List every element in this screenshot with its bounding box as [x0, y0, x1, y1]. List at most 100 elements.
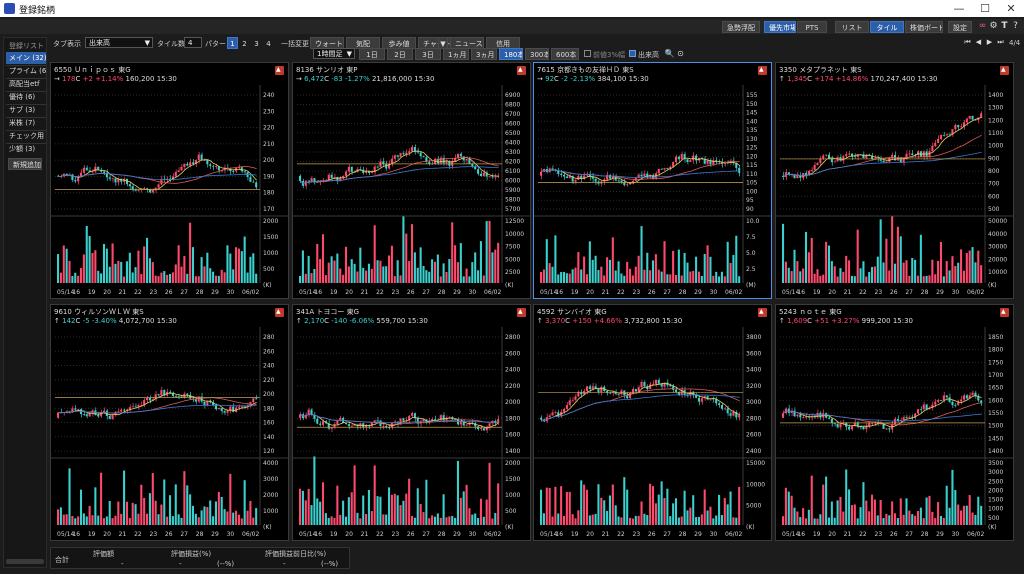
candle-body	[822, 155, 825, 159]
date-tick-label: 29	[211, 531, 219, 538]
alert-icon[interactable]	[517, 308, 526, 317]
alert-icon[interactable]	[758, 66, 767, 75]
alert-icon[interactable]	[758, 308, 767, 317]
candle-body	[606, 174, 609, 180]
market-badge: 東S	[622, 66, 634, 74]
candlestick-chart[interactable]: 240 230 220 210 200 190 180 170 2000 1500 1000 500 (…	[51, 85, 288, 297]
volume-bar	[540, 489, 543, 525]
chart-tile[interactable]: 9610 ウィルソンＷＬＷ 東S↑ 142C -5 -3.40% 4,072,7…	[50, 304, 289, 541]
sidebar-item-high-dividend-etf[interactable]: 高配当etf	[6, 78, 46, 90]
price-tick-label: 180	[263, 190, 275, 197]
sidebar-item-sub[interactable]: サブ (3)	[6, 104, 46, 116]
volume-bar	[597, 269, 600, 283]
close-flag: C	[807, 317, 813, 325]
next-page-icon[interactable]: ▶	[984, 37, 995, 48]
priority-market-button[interactable]: 優先市場	[764, 21, 796, 33]
candlestick-chart[interactable]: 6900 6800 6700 6600 6500 6400 6300 6200 6100 6000…	[293, 85, 530, 297]
minimize-button[interactable]: —	[946, 1, 972, 16]
close-button[interactable]: ✕	[998, 1, 1024, 16]
tile-view-button[interactable]: タイル	[870, 21, 904, 33]
alert-icon[interactable]	[275, 308, 284, 317]
range-1m-button[interactable]: 1ヵ月	[443, 48, 469, 60]
hot-stocks-button[interactable]: 急勢浮配	[722, 21, 760, 33]
pts-button[interactable]: PTS	[797, 21, 827, 33]
list-view-button[interactable]: リスト	[835, 21, 869, 33]
candlestick-chart[interactable]: 1400 1300 1200 1100 1000 900 800 700 600 500 50000…	[776, 85, 1013, 297]
chart-tile[interactable]: 8136 サンリオ 東P→ 6,472C -83 -1.27% 21,816,0…	[292, 62, 531, 299]
date-tick-label: 27	[905, 289, 913, 296]
candlestick-chart[interactable]: 3800 3600 3400 3200 3000 2800 2600 2400 15000 100…	[534, 327, 771, 539]
price-board-button[interactable]: 株価ボード	[905, 21, 943, 33]
tab-display-select[interactable]: 出来高 ▼	[85, 37, 153, 48]
volume-bar	[431, 515, 434, 525]
range-1d-button[interactable]: 1日	[359, 48, 385, 60]
chart-tile[interactable]: 7615 京都きもの友禅ＨＤ 東S→ 92C -2 -2.13% 384,100…	[533, 62, 772, 299]
volume-bar	[968, 495, 971, 525]
volume-tick-label: (K)	[746, 524, 755, 531]
link-icon[interactable]: ∞	[977, 21, 988, 32]
candle-body	[160, 390, 163, 396]
range-300-bars-button[interactable]: 300本	[525, 48, 549, 60]
sidebar-item-prime[interactable]: プライム (6)	[6, 65, 46, 77]
sidebar-item-us-stocks[interactable]: 米株 (7)	[6, 117, 46, 129]
gear-icon[interactable]: ⚙	[988, 21, 999, 32]
volume-tick-label: 10000	[988, 269, 1007, 276]
candle-body	[674, 389, 678, 392]
reset-icon[interactable]: ⊙	[675, 48, 686, 59]
volume-checkbox[interactable]	[629, 50, 636, 57]
candlestick-chart[interactable]: 2800 2600 2400 2200 2000 1800 1600 1400 2000 1500…	[293, 327, 530, 539]
candlestick-chart[interactable]: 1850 1800 1750 1700 1650 1600 1550 1500 1450 1400…	[776, 327, 1013, 539]
sidebar-item-check[interactable]: チェック用 (	[6, 130, 46, 142]
alert-icon[interactable]	[517, 66, 526, 75]
pattern-3-button[interactable]: 3	[251, 37, 262, 49]
volume-bar	[934, 274, 937, 283]
volume-bar	[962, 505, 965, 525]
alert-icon[interactable]	[275, 66, 284, 75]
add-list-button[interactable]: 新規追加	[8, 158, 42, 170]
chart-tile[interactable]: 341A トヨコー 東G↑ 2,170C -140 -6.06% 559,700…	[292, 304, 531, 541]
price-change: +51	[814, 317, 830, 325]
volume-bar	[77, 516, 80, 525]
sidebar-item-main[interactable]: メイン (32)	[6, 52, 46, 64]
interval-select[interactable]: 1時間足 ▼	[313, 48, 355, 59]
sidebar-item-small[interactable]: 少額 (3)	[6, 143, 46, 155]
sidebar-scrollbar[interactable]	[6, 559, 44, 564]
chart-tile[interactable]: 6550 Ｕｎｉｐｏｓ 東G→ 178C +2 +1.14% 160,200 1…	[50, 62, 289, 299]
last-page-icon[interactable]: ⏭	[995, 37, 1006, 48]
alert-icon[interactable]	[1000, 308, 1009, 317]
help-icon[interactable]: ?	[1010, 21, 1021, 32]
volume-bar	[606, 257, 609, 283]
date-tick-label: 06/02	[725, 289, 742, 296]
settings-button[interactable]: 設定	[948, 21, 972, 33]
prev-page-icon[interactable]: ◀	[973, 37, 984, 48]
range-3d-button[interactable]: 3日	[415, 48, 441, 60]
zoom-icon[interactable]: 🔍	[664, 48, 675, 59]
candle-body	[85, 414, 88, 417]
volume-bar	[822, 274, 825, 283]
date-tick-label: 29	[936, 289, 944, 296]
volume-bar	[451, 222, 454, 283]
prev-3pct-checkbox[interactable]	[584, 50, 591, 57]
pattern-4-button[interactable]: 4	[263, 37, 274, 49]
volume-bar	[839, 268, 842, 283]
pattern-1-button[interactable]: 1	[227, 37, 238, 49]
chart-tile[interactable]: 3350 メタプラネット 東S↑ 1,345C +174 +14.86% 170…	[775, 62, 1014, 299]
range-2d-button[interactable]: 2日	[387, 48, 413, 60]
price-tick-label: 210	[263, 141, 275, 148]
range-600-bars-button[interactable]: 600本	[551, 48, 579, 60]
candle-body	[413, 147, 416, 151]
chart-tile[interactable]: 4592 サンバイオ 東G↑ 3,370C +150 +4.66% 3,732,…	[533, 304, 772, 541]
volume-bar	[255, 508, 258, 525]
pattern-2-button[interactable]: 2	[239, 37, 250, 49]
sidebar-item-yutai[interactable]: 優待 (6)	[6, 91, 46, 103]
tile-count-stepper[interactable]: 4	[184, 37, 202, 48]
first-page-icon[interactable]: ⏮	[962, 37, 973, 48]
maximize-button[interactable]: ☐	[972, 1, 998, 16]
candlestick-chart[interactable]: 280 260 240 220 200 180 160 140 120 4000 3000 2000 1…	[51, 327, 288, 539]
text-size-icon[interactable]: T	[999, 21, 1010, 32]
candlestick-chart[interactable]: 1551501451401351301251201151101051009590…	[534, 85, 771, 297]
alert-icon[interactable]	[1000, 66, 1009, 75]
range-180-bars-button[interactable]: 180本	[499, 48, 523, 60]
chart-tile[interactable]: 5243 ｎｏｔｅ 東G↑ 1,609C +51 +3.27% 999,200 …	[775, 304, 1014, 541]
range-3m-button[interactable]: 3ヵ月	[471, 48, 497, 60]
